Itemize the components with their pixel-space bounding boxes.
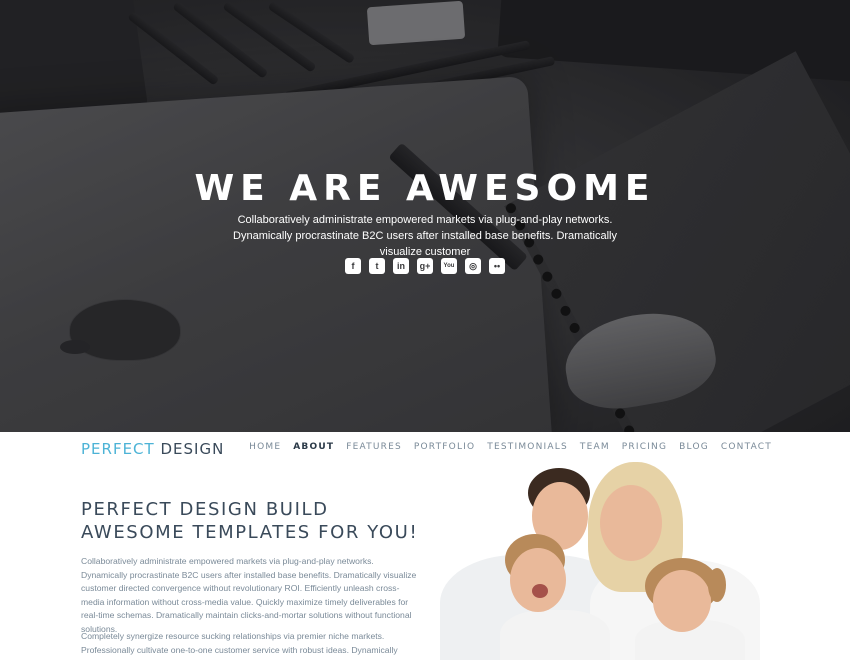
nav-item-about[interactable]: ABOUT [293,442,334,452]
nav-menu: HOME ABOUT FEATURES PORTFOLIO TESTIMONIA… [249,442,772,452]
hero-title: WE ARE AWESOME [194,168,656,209]
brand-accent: PERFECT [81,440,155,458]
nav-item-blog[interactable]: BLOG [679,442,709,452]
google-plus-icon[interactable]: g+ [417,258,433,274]
person-shape [600,485,662,561]
about-title: PERFECT DESIGN BUILD AWESOME TEMPLATES F… [81,499,419,543]
person-shape [500,610,610,660]
person-shape [708,568,726,602]
nav-item-team[interactable]: TEAM [580,442,610,452]
brand-rest: DESIGN [160,440,225,458]
facebook-icon[interactable]: f [345,258,361,274]
nav-item-pricing[interactable]: PRICING [622,442,667,452]
linkedin-icon[interactable]: in [393,258,409,274]
person-shape [653,570,711,632]
about-paragraph: Completely synergize resource sucking re… [81,631,398,655]
nav-item-home[interactable]: HOME [249,442,281,452]
family-photo [440,460,770,660]
brand-logo[interactable]: PERFECT DESIGN [81,440,224,458]
youtube-icon[interactable]: You [441,258,457,274]
flickr-icon[interactable]: •• [489,258,505,274]
nav-item-features[interactable]: FEATURES [346,442,402,452]
person-shape [532,584,548,598]
person-shape [510,548,566,612]
nav-item-contact[interactable]: CONTACT [721,442,772,452]
about-paragraph: Collaboratively administrate empowered m… [81,556,417,634]
hero-section: WE ARE AWESOME Collaboratively administr… [0,0,850,432]
hero-subtitle: Collaboratively administrate empowered m… [233,214,617,258]
nav-item-testimonials[interactable]: TESTIMONIALS [487,442,568,452]
nav-item-portfolio[interactable]: PORTFOLIO [414,442,475,452]
twitter-icon[interactable]: t [369,258,385,274]
instagram-icon[interactable]: ◎ [465,258,481,274]
social-links: f t in g+ You ◎ •• [0,258,850,274]
